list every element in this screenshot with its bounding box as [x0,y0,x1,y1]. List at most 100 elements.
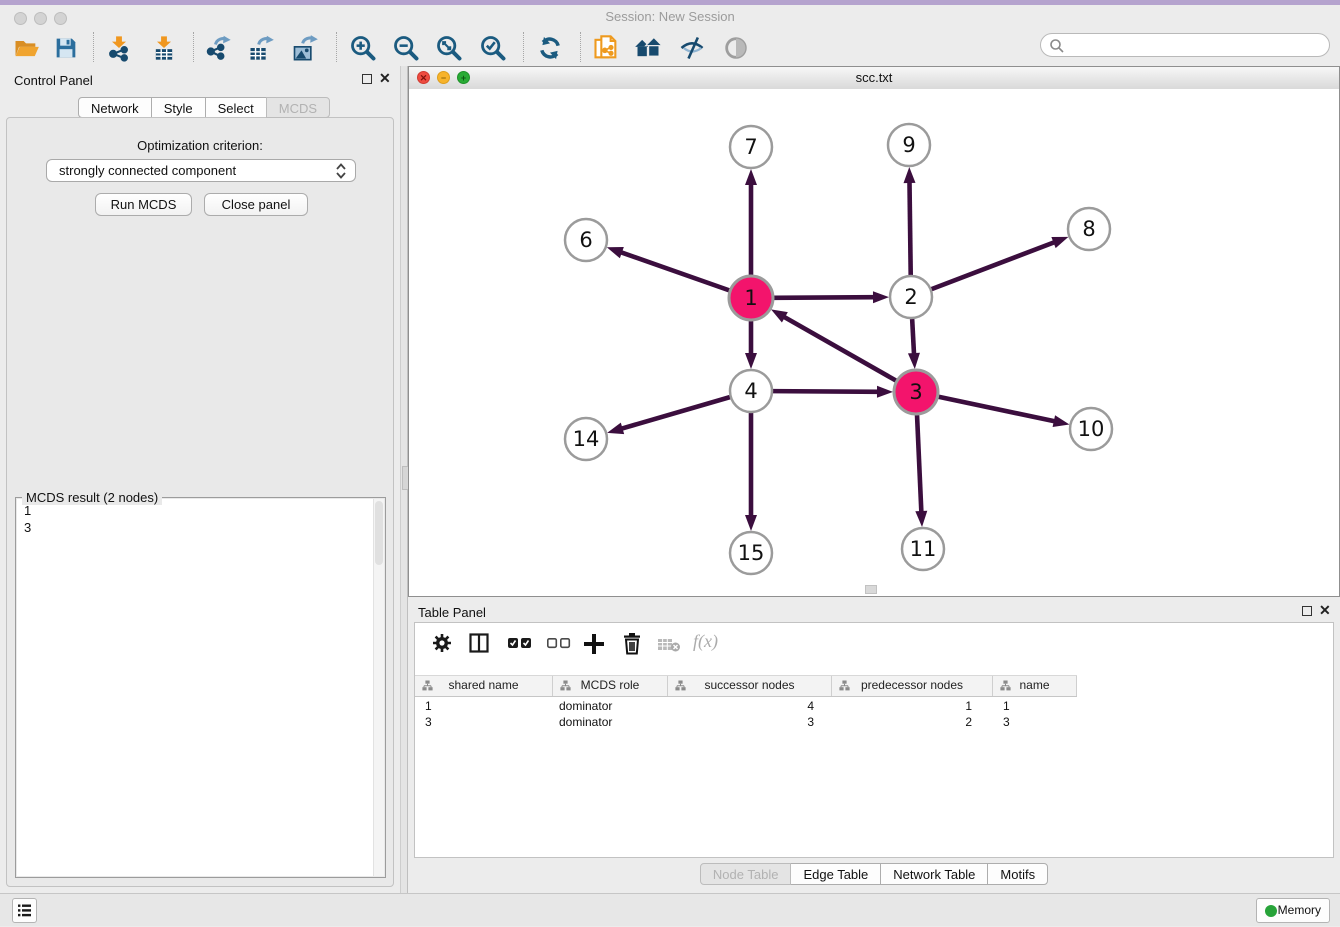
home-icon[interactable] [634,34,662,62]
select-all-checkboxes-icon[interactable] [507,632,533,654]
cell-predecessor-nodes[interactable]: 1 [832,698,993,714]
table-panel-float-icon[interactable] [1302,606,1312,616]
graph-node-label-14: 14 [573,427,600,451]
tab-motifs[interactable]: Motifs [987,863,1048,885]
network-window-title: scc.txt [409,70,1339,85]
import-table-icon[interactable] [150,34,178,62]
graph-edge-2-3[interactable] [912,319,914,355]
graph-edge-arrow-3-11 [915,511,927,527]
graph-node-label-6: 6 [579,228,592,252]
column-header-name[interactable]: name [993,676,1077,696]
network-window-titlebar[interactable]: ✕ − + scc.txt [409,67,1339,90]
control-panel-float-icon[interactable] [362,74,372,84]
control-panel-close-icon[interactable]: ✕ [379,70,391,86]
graph-edge-3-10[interactable] [939,397,1056,422]
column-header-predecessor-nodes[interactable]: predecessor nodes [832,676,993,696]
graph-edge-arrow-1-6 [607,247,624,258]
table-row[interactable]: 1dominator411 [415,698,1077,714]
zoom-out-icon[interactable] [392,34,420,62]
table-row[interactable]: 3dominator323 [415,714,1077,730]
column-view-icon[interactable] [468,632,490,654]
graph-edge-arrow-4-14 [607,423,624,435]
network-window: ✕ − + scc.txt 7968124314101511 [408,66,1340,597]
cell-name[interactable]: 3 [993,714,1077,730]
graph-node-label-7: 7 [744,135,757,159]
tab-style[interactable]: Style [151,97,206,118]
result-scrollbar[interactable] [373,499,384,876]
graph-edge-1-6[interactable] [620,252,729,290]
refresh-icon[interactable] [536,34,564,62]
cell-successor-nodes[interactable]: 4 [668,698,832,714]
eye-disabled-icon [722,34,750,62]
export-network-icon[interactable] [205,34,233,62]
optimization-criterion-dropdown[interactable]: strongly connected component [46,159,356,182]
network-graph[interactable]: 7968124314101511 [409,89,1339,596]
network-canvas[interactable]: 7968124314101511 [409,89,1339,596]
tab-network[interactable]: Network [78,97,152,118]
zoom-fit-icon[interactable] [435,34,463,62]
export-image-icon[interactable] [291,34,319,62]
main-toolbar [0,28,1340,67]
task-history-button[interactable] [12,898,37,923]
cell-predecessor-nodes[interactable]: 2 [832,714,993,730]
main-titlebar: Session: New Session [0,5,1340,28]
table-panel-close-icon[interactable]: ✕ [1319,602,1331,618]
cell-shared-name[interactable]: 1 [415,698,553,714]
zoom-selected-icon[interactable] [479,34,507,62]
mcds-result-title: MCDS result (2 nodes) [22,490,162,505]
unselect-all-checkboxes-icon[interactable] [546,632,572,654]
cell-successor-nodes[interactable]: 3 [668,714,832,730]
mcds-result-area[interactable]: 1 3 [17,499,384,876]
vertical-splitter[interactable] [400,66,408,893]
tab-node-table[interactable]: Node Table [700,863,792,885]
table-header-row: shared nameMCDS rolesuccessor nodesprede… [415,675,1077,697]
column-header-successor-nodes[interactable]: successor nodes [668,676,832,696]
column-header-shared-name[interactable]: shared name [415,676,553,696]
network-resize-grip[interactable] [865,585,877,594]
delete-table-disabled-icon [657,637,681,653]
zoom-in-icon[interactable] [349,34,377,62]
toolbar-separator [336,32,337,62]
cell-shared-name[interactable]: 3 [415,714,553,730]
graph-edge-2-8[interactable] [932,242,1056,289]
search-input[interactable] [1069,36,1325,56]
tab-mcds[interactable]: MCDS [266,97,330,118]
graph-edge-3-11[interactable] [917,415,921,513]
graph-edge-3-1[interactable] [783,316,896,380]
mcds-result-box: 1 3 MCDS result (2 nodes) [15,497,386,878]
graph-node-label-9: 9 [902,133,915,157]
dropdown-stepper-icon [335,163,347,179]
memory-button[interactable]: Memory [1256,898,1330,923]
gear-icon[interactable] [431,632,453,654]
hide-eye-icon[interactable] [678,34,706,62]
graph-node-label-10: 10 [1078,417,1105,441]
tab-select[interactable]: Select [205,97,267,118]
graph-edge-2-9[interactable] [909,181,910,275]
cell-MCDS-role[interactable]: dominator [553,698,668,714]
cell-MCDS-role[interactable]: dominator [553,714,668,730]
column-header-MCDS-role[interactable]: MCDS role [553,676,668,696]
copy-network-icon[interactable] [592,34,620,62]
save-session-icon[interactable] [52,34,80,62]
toolbar-separator [523,32,524,62]
import-network-icon[interactable] [105,34,133,62]
cell-name[interactable]: 1 [993,698,1077,714]
control-panel-tabs: NetworkStyleSelectMCDS [78,97,330,118]
close-panel-button[interactable]: Close panel [204,193,308,216]
graph-edge-1-2[interactable] [774,297,875,298]
export-table-icon[interactable] [247,34,275,62]
toolbar-separator [193,32,194,62]
graph-edge-4-3[interactable] [773,391,879,392]
mcds-tab-content: Optimization criterion: strongly connect… [6,117,394,887]
memory-label: Memory [1278,903,1321,917]
tab-edge-table[interactable]: Edge Table [790,863,881,885]
open-session-icon[interactable] [12,34,40,62]
search-icon [1049,38,1065,54]
tab-network-table[interactable]: Network Table [880,863,988,885]
search-box[interactable] [1040,33,1330,57]
delete-column-icon[interactable] [621,632,643,656]
add-column-icon[interactable] [582,632,606,656]
table-panel: Table Panel ✕ [408,598,1340,890]
graph-edge-4-14[interactable] [621,397,730,429]
run-mcds-button[interactable]: Run MCDS [95,193,192,216]
